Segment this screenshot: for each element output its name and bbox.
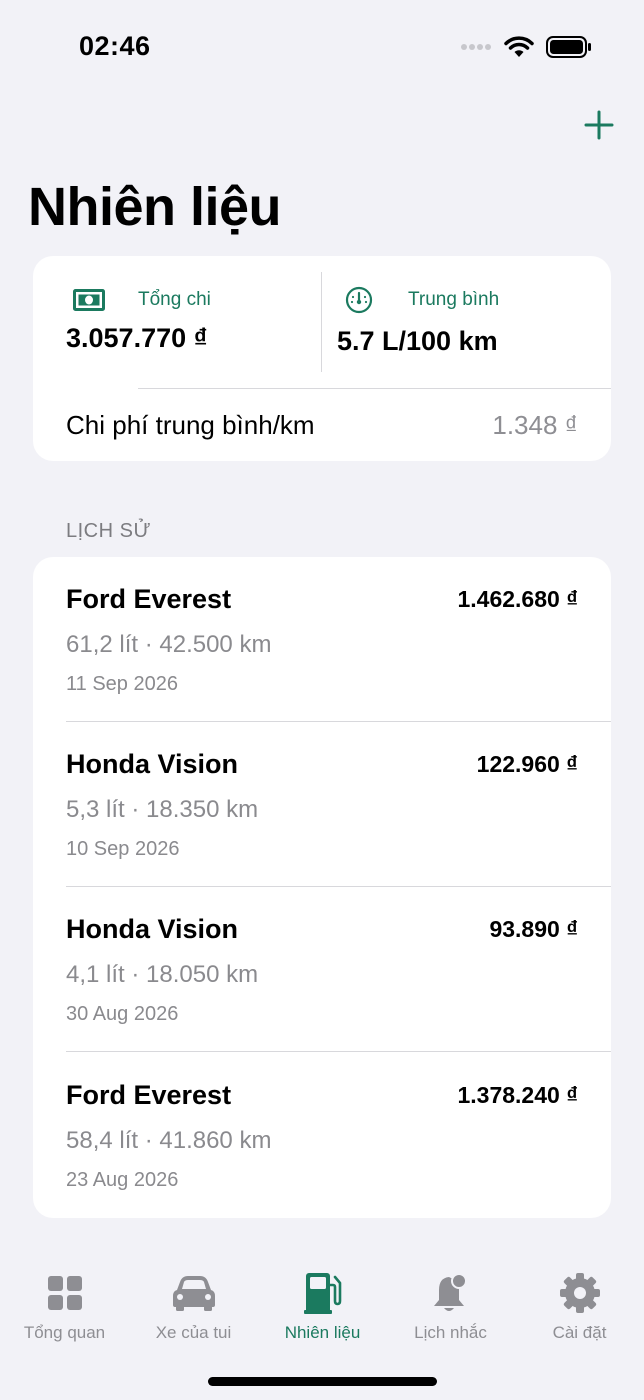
tab-label: Tổng quan [23,1323,106,1342]
wifi-icon [504,36,534,57]
battery-icon [546,36,591,58]
history-list: Ford Everest 1.462.680 ₫ 61,2 lít · 42.5… [33,557,611,1218]
status-icons [460,36,592,58]
vehicle-name: Ford Everest [66,1080,232,1110]
tab-settings[interactable]: Cài đặt [515,1252,644,1352]
entry-detail: 4,1 lít · 18.050 km [66,961,259,988]
tab-overview[interactable]: Tổng quan [0,1252,129,1352]
gauge-icon [345,286,373,314]
entry-date: 10 Sep 2026 [66,838,180,860]
cost-per-km-label: Chi phí trung bình/km [66,410,315,440]
average-consumption-stat: Trung bình 5.7 L/100 km [323,256,611,371]
grid-icon [42,1270,88,1316]
tab-my-vehicles[interactable]: Xe của tui [129,1252,258,1352]
entry-detail: 58,4 lít · 41.860 km [66,1127,272,1154]
bell-icon [428,1270,474,1316]
total-spent-stat: Tổng chi 3.057.770 ₫ [33,256,323,371]
plus-icon [584,110,614,140]
history-row[interactable]: Ford Everest 1.462.680 ₫ 61,2 lít · 42.5… [33,557,611,722]
average-consumption-label: Trung bình [408,289,500,310]
fuel-pump-icon [300,1270,346,1316]
home-indicator[interactable] [208,1377,437,1386]
gear-icon [557,1270,603,1316]
total-spent-label: Tổng chi [138,289,211,310]
history-row[interactable]: Honda Vision 122.960 ₫ 5,3 lít · 18.350 … [33,722,611,887]
vehicle-name: Ford Everest [66,584,232,614]
add-fuel-entry-button[interactable] [578,104,620,146]
summary-card: Tổng chi 3.057.770 ₫ Trung bình 5.7 L/10… [33,256,611,461]
tab-fuel[interactable]: Nhiên liệu [258,1252,387,1352]
signal-icon [461,44,491,50]
vehicle-name: Honda Vision [66,914,239,944]
total-spent-value: 3.057.770 ₫ [66,323,208,353]
average-consumption-value: 5.7 L/100 km [337,326,498,356]
vehicle-name: Honda Vision [66,749,239,779]
entry-amount: 93.890 ₫ [489,916,578,942]
status-bar: 02:46 [0,0,644,96]
tab-label: Nhiên liệu [284,1323,361,1342]
money-icon [73,289,105,311]
stat-divider [321,272,322,372]
tab-label: Lịch nhắc [414,1323,487,1342]
page-title: Nhiên liệu [28,177,282,237]
entry-date: 11 Sep 2026 [66,673,178,695]
summary-separator [138,388,611,389]
history-row[interactable]: Ford Everest 1.378.240 ₫ 58,4 lít · 41.8… [33,1053,611,1218]
status-time: 02:46 [79,31,151,61]
history-row[interactable]: Honda Vision 93.890 ₫ 4,1 lít · 18.050 k… [33,887,611,1052]
entry-date: 23 Aug 2026 [66,1169,179,1191]
entry-date: 30 Aug 2026 [66,1003,179,1025]
entry-amount: 122.960 ₫ [476,751,578,777]
entry-detail: 61,2 lít · 42.500 km [66,631,272,658]
tab-label: Cài đặt [552,1323,607,1342]
car-icon [171,1270,217,1316]
history-section-title: LỊCH SỬ [66,520,152,542]
cost-per-km-value: 1.348 ₫ [492,410,578,440]
row-separator [66,1051,611,1052]
entry-detail: 5,3 lít · 18.350 km [66,796,259,823]
tab-label: Xe của tui [155,1323,232,1342]
entry-amount: 1.378.240 ₫ [457,1082,578,1108]
entry-amount: 1.462.680 ₫ [457,586,578,612]
tab-reminders[interactable]: Lịch nhắc [386,1252,515,1352]
